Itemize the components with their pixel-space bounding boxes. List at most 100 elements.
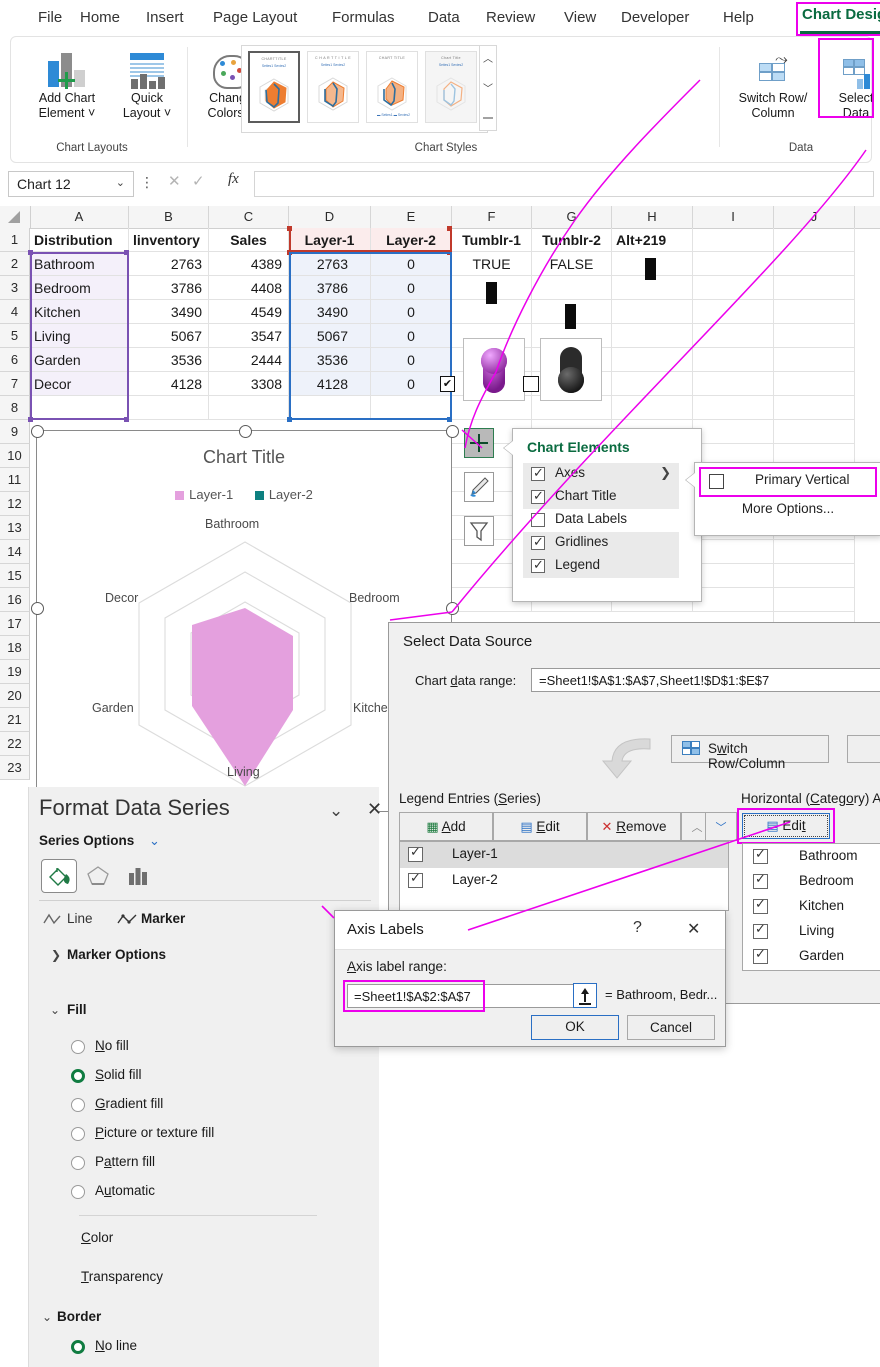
cell-f2[interactable]: TRUE	[452, 252, 532, 276]
chart-resize-handle-tl[interactable]	[31, 425, 44, 438]
cell-b8[interactable]	[129, 396, 209, 420]
cell-g3[interactable]	[532, 276, 612, 300]
radio-solid-fill[interactable]	[71, 1069, 85, 1083]
cell-i1[interactable]	[693, 228, 774, 252]
legend-entry-checkbox[interactable]: ✓	[408, 873, 423, 888]
cell-d7[interactable]: 4128	[289, 372, 371, 396]
cell-c7[interactable]: 3308	[209, 372, 289, 396]
cancel-formula-icon[interactable]: ✕	[168, 172, 181, 190]
cell-a1[interactable]: Distribution	[30, 228, 129, 252]
selection-handle[interactable]	[447, 226, 452, 231]
cell-e2[interactable]: 0	[371, 252, 452, 276]
legend-move-down-button[interactable]: ﹀	[705, 812, 737, 841]
cell-e3[interactable]: 0	[371, 276, 452, 300]
selection-handle[interactable]	[124, 417, 129, 422]
select-all-corner[interactable]	[0, 206, 31, 228]
cell-h4[interactable]	[612, 300, 693, 324]
border-collapse-icon[interactable]: ⌄	[42, 1310, 52, 1324]
category-checkbox[interactable]: ✓	[753, 874, 768, 889]
cell-i6[interactable]	[693, 348, 774, 372]
cell-e1[interactable]: Layer-2	[371, 228, 452, 252]
row-header-10[interactable]: 10	[0, 444, 30, 468]
cell-j1[interactable]	[774, 228, 855, 252]
cell-j5[interactable]	[774, 324, 855, 348]
category-item-bedroom[interactable]: ✓ Bedroom	[743, 869, 880, 894]
toggle-off-image-frame[interactable]	[540, 338, 602, 401]
cell-i14[interactable]	[693, 540, 774, 564]
row-header-3[interactable]: 3	[0, 276, 30, 300]
chart-title[interactable]: Chart Title	[37, 447, 451, 468]
axes-submenu-arrow-icon[interactable]: ❯	[660, 465, 671, 481]
cell-j2[interactable]	[774, 252, 855, 276]
cell-a8[interactable]	[30, 396, 129, 420]
cell-e6[interactable]: 0	[371, 348, 452, 372]
styles-scroll-down-icon[interactable]: ﹀	[480, 80, 496, 95]
name-box[interactable]: Chart 12 ⌄	[8, 171, 134, 197]
marker-options-expand-icon[interactable]: ❯	[51, 948, 61, 962]
selection-handle[interactable]	[287, 226, 292, 231]
row-header-8[interactable]: 8	[0, 396, 30, 420]
toggle-on-image-frame[interactable]	[463, 338, 525, 401]
selection-handle[interactable]	[28, 250, 33, 255]
column-header-a[interactable]: A	[30, 206, 129, 228]
chart-styles-gallery[interactable]: CHARTTITLE Seties1 Sevies2 C H A R T T I…	[241, 45, 488, 133]
cell-b2[interactable]: 2763	[129, 252, 209, 276]
cell-i16[interactable]	[693, 588, 774, 612]
radio-gradient-fill[interactable]	[71, 1098, 85, 1112]
name-box-chevron-down-icon[interactable]: ⌄	[116, 176, 125, 189]
category-checkbox[interactable]: ✓	[753, 924, 768, 939]
cell-j16[interactable]	[774, 588, 855, 612]
cell-c6[interactable]: 2444	[209, 348, 289, 372]
row-header-18[interactable]: 18	[0, 636, 30, 660]
more-options-link[interactable]: More Options...	[695, 501, 880, 516]
cell-j7[interactable]	[774, 372, 855, 396]
tab-fill-and-line[interactable]	[41, 859, 77, 893]
cell-b3[interactable]: 3786	[129, 276, 209, 300]
switch-row-column-button[interactable]: ⤳ Switch Row/ Column	[729, 53, 817, 121]
cell-j9[interactable]	[774, 420, 855, 444]
legend-entries-list[interactable]: ✓ Layer-1 ✓ Layer-2	[399, 841, 729, 911]
row-header-11[interactable]: 11	[0, 468, 30, 492]
radio-no-fill[interactable]	[71, 1040, 85, 1054]
selection-handle[interactable]	[287, 250, 292, 255]
row-header-2[interactable]: 2	[0, 252, 30, 276]
legend-entry-layer-2[interactable]: ✓ Layer-2	[400, 868, 728, 894]
checkbox-object-checked[interactable]: ✔	[440, 376, 455, 392]
ribbon-tab-data[interactable]: Data	[428, 6, 460, 30]
column-header-c[interactable]: C	[209, 206, 289, 228]
selection-handle[interactable]	[28, 417, 33, 422]
row-header-23[interactable]: 23	[0, 756, 30, 780]
chart-style-thumb-1[interactable]: CHARTTITLE Seties1 Sevies2	[248, 51, 300, 123]
row-header-22[interactable]: 22	[0, 732, 30, 756]
cell-i8[interactable]	[693, 396, 774, 420]
chart-elements-popup[interactable]: Chart Elements ✓ Axes ❯ ✓ Chart Title Da…	[512, 428, 702, 602]
cell-j3[interactable]	[774, 276, 855, 300]
cell-a7[interactable]: Decor	[30, 372, 129, 396]
column-header-f[interactable]: F	[452, 206, 532, 228]
chart-style-thumb-3[interactable]: CHART TITLE ▬ Seties1 ▬ Sevies2	[366, 51, 418, 123]
enter-formula-icon[interactable]: ✓	[192, 172, 205, 190]
fill-section-header[interactable]: Fill	[67, 1002, 87, 1017]
ribbon-tab-formulas[interactable]: Formulas	[332, 6, 395, 30]
legend-entry-layer-1[interactable]: ✓ Layer-1	[400, 842, 728, 868]
cell-b6[interactable]: 3536	[129, 348, 209, 372]
cell-c2[interactable]: 4389	[209, 252, 289, 276]
chart-data-range-input[interactable]: =Sheet1!$A$1:$A$7,Sheet1!$D$1:$E$7	[531, 668, 880, 692]
legend-remove-button[interactable]: ✕ Remove	[587, 812, 681, 841]
cell-b7[interactable]: 4128	[129, 372, 209, 396]
cell-h5[interactable]	[612, 324, 693, 348]
styles-scroll-more-icon[interactable]: ⎽	[480, 108, 496, 119]
cell-d3[interactable]: 3786	[289, 276, 371, 300]
cell-b4[interactable]: 3490	[129, 300, 209, 324]
cell-c1[interactable]: Sales	[209, 228, 289, 252]
category-item-garden[interactable]: ✓ Garden	[743, 944, 880, 969]
cell-f1[interactable]: Tumblr-1	[452, 228, 532, 252]
cell-d4[interactable]: 3490	[289, 300, 371, 324]
row-header-13[interactable]: 13	[0, 516, 30, 540]
row-header-17[interactable]: 17	[0, 612, 30, 636]
format-pane-close-icon[interactable]: ✕	[367, 799, 382, 820]
legend-edit-button[interactable]: ▤ Edit	[493, 812, 587, 841]
ribbon-tab-view[interactable]: View	[564, 6, 596, 30]
cell-i2[interactable]	[693, 252, 774, 276]
cancel-button[interactable]: Cancel	[627, 1015, 715, 1040]
